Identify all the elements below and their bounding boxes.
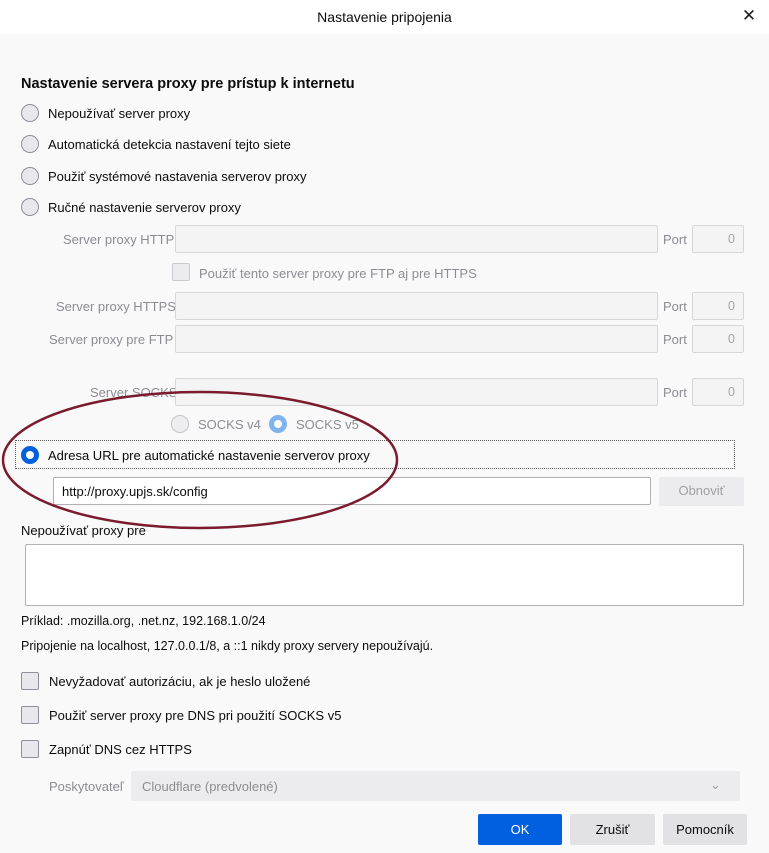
checkbox-no-auth-prompt-label[interactable]: Nevyžadovať autorizáciu, ak je heslo ulo… (49, 674, 310, 689)
chevron-down-icon: ⌄ (710, 777, 721, 792)
ftp-proxy-label: Server proxy pre FTP (49, 332, 174, 347)
http-port-input[interactable]: 0 (692, 225, 744, 253)
radio-no-proxy-label[interactable]: Nepoužívať server proxy (48, 106, 190, 121)
checkbox-dns-over-https[interactable] (21, 740, 39, 758)
close-icon[interactable]: ✕ (737, 5, 761, 27)
radio-socks-v4-label: SOCKS v4 (198, 417, 261, 432)
radio-auto-detect[interactable] (21, 135, 39, 153)
radio-manual-proxy[interactable] (21, 198, 39, 216)
autoconfig-url-input[interactable]: http://proxy.upjs.sk/config (53, 477, 651, 505)
checkbox-socks-dns-label[interactable]: Použiť server proxy pre DNS pri použití … (49, 708, 341, 723)
doh-provider-label: Poskytovateľ (49, 779, 124, 794)
radio-no-proxy[interactable] (21, 104, 39, 122)
radio-autoconfig-url[interactable] (21, 446, 39, 464)
socks-port-input[interactable]: 0 (692, 378, 744, 406)
ok-button[interactable]: OK (478, 814, 562, 845)
dialog-title: Nastavenie pripojenia (317, 9, 452, 25)
radio-socks-v5[interactable] (269, 415, 287, 433)
https-proxy-input[interactable] (175, 292, 658, 320)
radio-socks-v4[interactable] (171, 415, 189, 433)
localhost-note: Pripojenie na localhost, 127.0.0.1/8, a … (21, 639, 434, 653)
checkbox-socks-dns[interactable] (21, 706, 39, 724)
radio-socks-v5-label: SOCKS v5 (296, 417, 359, 432)
checkbox-no-auth-prompt[interactable] (21, 672, 39, 690)
radio-system-proxy-label[interactable]: Použiť systémové nastavenia serverov pro… (48, 169, 307, 184)
http-proxy-input[interactable] (175, 225, 658, 253)
radio-manual-proxy-label[interactable]: Ručné nastavenie serverov proxy (48, 200, 241, 215)
radio-auto-detect-label[interactable]: Automatická detekcia nastavení tejto sie… (48, 137, 291, 152)
http-port-label: Port (663, 232, 687, 247)
https-port-input[interactable]: 0 (692, 292, 744, 320)
ftp-port-input[interactable]: 0 (692, 325, 744, 353)
https-port-label: Port (663, 299, 687, 314)
reload-button[interactable]: Obnoviť (659, 477, 744, 506)
socks-host-input[interactable] (175, 378, 658, 406)
section-heading: Nastavenie servera proxy pre prístup k i… (21, 76, 355, 92)
checkbox-dns-over-https-label[interactable]: Zapnúť DNS cez HTTPS (49, 742, 192, 757)
share-proxy-checkbox[interactable] (172, 263, 190, 281)
ftp-proxy-input[interactable] (175, 325, 658, 353)
http-proxy-label: Server proxy HTTP (63, 232, 175, 247)
ftp-port-label: Port (663, 332, 687, 347)
radio-autoconfig-url-label[interactable]: Adresa URL pre automatické nastavenie se… (48, 448, 370, 463)
socks-port-label: Port (663, 385, 687, 400)
radio-system-proxy[interactable] (21, 167, 39, 185)
doh-provider-value: Cloudflare (predvolené) (142, 779, 278, 794)
no-proxy-textarea[interactable] (25, 544, 744, 606)
socks-host-label: Server SOCKS (90, 385, 178, 400)
no-proxy-label: Nepoužívať proxy pre (21, 523, 146, 538)
help-button[interactable]: Pomocník (663, 814, 747, 845)
no-proxy-example: Príklad: .mozilla.org, .net.nz, 192.168.… (21, 614, 266, 628)
cancel-button[interactable]: Zrušiť (570, 814, 655, 845)
share-proxy-label: Použiť tento server proxy pre FTP aj pre… (199, 266, 477, 281)
https-proxy-label: Server proxy HTTPS (56, 299, 176, 314)
